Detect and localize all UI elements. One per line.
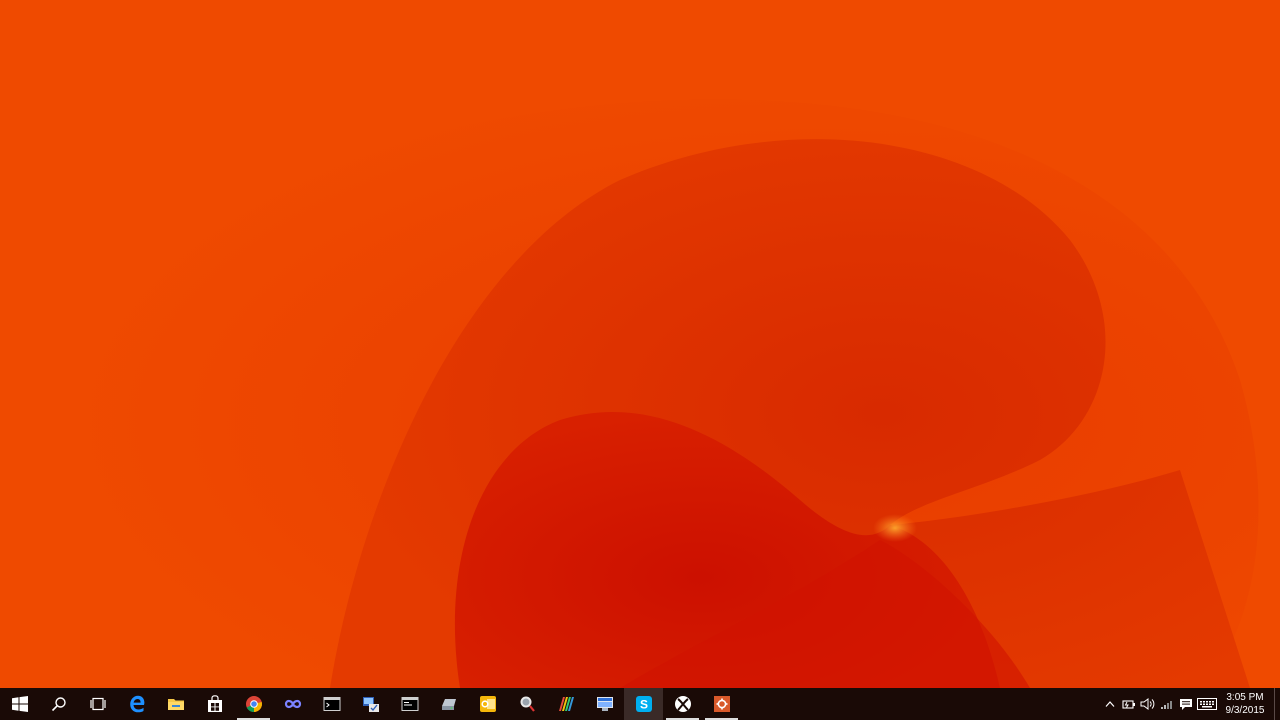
clock[interactable]: 3:05 PM 9/3/2015 (1219, 688, 1271, 720)
network-icon (362, 697, 379, 712)
skype-icon: S (635, 696, 652, 712)
magnifier-icon (520, 696, 535, 712)
system-tray: 3:05 PM 9/3/2015 (1100, 688, 1280, 720)
drive-app-button[interactable] (429, 688, 468, 720)
outlook-icon (479, 696, 496, 712)
action-center-button[interactable] (1176, 688, 1195, 720)
task-view-button[interactable] (78, 688, 117, 720)
start-button[interactable] (0, 688, 39, 720)
xbox-icon (674, 696, 691, 712)
settings-app-button[interactable] (702, 688, 741, 720)
touch-keyboard-button[interactable] (1195, 688, 1219, 720)
search-icon (51, 697, 66, 712)
volume-tray-button[interactable] (1138, 688, 1157, 720)
show-desktop-button[interactable] (1274, 688, 1280, 720)
edge-button[interactable] (117, 688, 156, 720)
clock-date: 9/3/2015 (1225, 705, 1265, 716)
file-explorer-button[interactable] (156, 688, 195, 720)
windows-logo-icon (11, 696, 28, 712)
task-view-icon (89, 697, 106, 711)
remote-desktop-button[interactable] (585, 688, 624, 720)
outlook-button[interactable] (468, 688, 507, 720)
power-tray-button[interactable] (1119, 688, 1138, 720)
clock-time: 3:05 PM (1226, 692, 1264, 703)
notification-icon (1179, 698, 1192, 710)
terminal-button[interactable] (312, 688, 351, 720)
console-icon (401, 697, 418, 711)
folder-icon (167, 699, 184, 710)
infinity-icon (284, 699, 301, 709)
wallpaper-art (0, 0, 1280, 688)
signal-icon (1160, 701, 1172, 709)
keyboard-icon (1197, 698, 1217, 710)
desktop-wallpaper (0, 0, 1280, 688)
magnifier-app-button[interactable] (507, 688, 546, 720)
infinity-app-button[interactable] (273, 688, 312, 720)
taskbar: S 3:05 PM 9/3/2015 (0, 688, 1280, 720)
network-tray-button[interactable] (1157, 688, 1176, 720)
edge-icon (129, 695, 144, 713)
chrome-button[interactable] (234, 688, 273, 720)
skype-button[interactable]: S (624, 688, 663, 720)
store-icon (207, 695, 222, 712)
network-tool-button[interactable] (351, 688, 390, 720)
search-button[interactable] (39, 688, 78, 720)
gear-icon (713, 696, 730, 712)
power-icon (1121, 700, 1135, 709)
remote-desktop-icon (596, 697, 613, 711)
console-button[interactable] (390, 688, 429, 720)
svg-text:S: S (639, 698, 647, 712)
chrome-icon (245, 696, 262, 712)
volume-icon (1140, 698, 1154, 710)
show-hidden-icons-button[interactable] (1100, 688, 1119, 720)
paint-app-button[interactable] (546, 688, 585, 720)
chevron-up-icon (1105, 701, 1114, 707)
drive-icon (441, 699, 456, 710)
terminal-icon (323, 697, 340, 711)
xbox-button[interactable] (663, 688, 702, 720)
paint-icon (558, 697, 574, 711)
store-button[interactable] (195, 688, 234, 720)
